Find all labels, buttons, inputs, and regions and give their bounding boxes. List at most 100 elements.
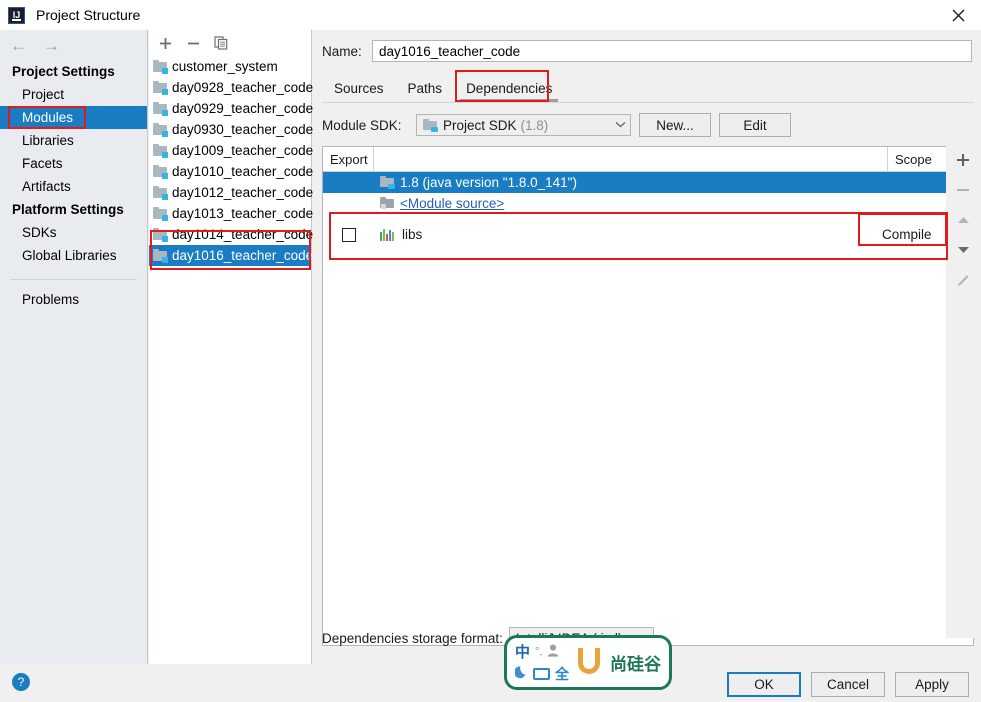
table-row[interactable]: libs Compile ▼ (323, 214, 973, 255)
column-header-export[interactable]: Export (323, 147, 374, 171)
module-folder-icon (153, 248, 168, 263)
cell-name: <Module source> (374, 196, 880, 211)
dependencies-table: Export Scope 1.8 (java version "1.8.0_14… (322, 146, 974, 646)
list-item[interactable]: day0930_teacher_code (149, 119, 314, 140)
add-module-button[interactable] (157, 35, 173, 51)
remove-dependency-button[interactable] (951, 180, 975, 200)
ime-row-bottom: 全 (514, 663, 569, 684)
navigation-arrows: ← → (0, 30, 147, 60)
list-item[interactable]: day1013_teacher_code (149, 203, 313, 224)
list-item[interactable]: day0929_teacher_code (149, 98, 314, 119)
list-item-label: customer_system (172, 59, 278, 74)
module-source-icon (380, 197, 395, 210)
ok-button[interactable]: OK (727, 672, 801, 697)
sidebar-item-libraries[interactable]: Libraries (0, 129, 147, 152)
dependency-label: 1.8 (java version "1.8.0_141") (400, 175, 577, 190)
add-dependency-button[interactable] (951, 150, 975, 170)
list-item-label: day0930_teacher_code (172, 122, 314, 137)
ime-floating-widget[interactable]: 中 °, 全 尚硅谷 (504, 635, 672, 690)
dialog-footer: ? OK Cancel Apply (0, 664, 981, 702)
chevron-down-icon (615, 120, 626, 131)
list-item[interactable]: day1009_teacher_code (149, 140, 314, 161)
sidebar-divider (10, 279, 137, 280)
move-down-button[interactable] (951, 240, 975, 260)
close-icon[interactable] (935, 0, 981, 30)
copy-module-icon[interactable] (213, 35, 229, 51)
window-title: Project Structure (36, 7, 141, 23)
sidebar-group-project-settings: Project Settings (12, 64, 115, 79)
dialog-button-group: OK Cancel Apply (727, 672, 969, 697)
person-icon[interactable] (547, 644, 559, 660)
moon-icon[interactable] (514, 665, 528, 682)
list-item[interactable]: day1012_teacher_code (149, 182, 313, 203)
detail-tabs: Sources Paths Dependencies (322, 74, 972, 102)
project-structure-dialog: IJ Project Structure ← → Project Setting… (0, 0, 981, 702)
column-header-name[interactable] (374, 147, 888, 171)
modules-list-panel: customer_system day0928_teacher_code day… (149, 30, 314, 664)
module-folder-icon (153, 227, 168, 242)
ime-brand-label: 尚硅谷 (610, 655, 661, 675)
tab-dependencies[interactable]: Dependencies (454, 78, 564, 102)
cell-name: 1.8 (java version "1.8.0_141") (374, 175, 880, 190)
intellij-idea-icon: IJ (8, 6, 25, 24)
scope-value: Compile (882, 227, 932, 242)
sidebar-item-sdks[interactable]: SDKs (0, 221, 147, 244)
edit-dependency-button[interactable] (951, 270, 975, 290)
list-item-selected[interactable]: day1016_teacher_code (149, 245, 313, 266)
dependency-label: libs (402, 227, 423, 242)
apply-button[interactable]: Apply (895, 672, 969, 697)
edit-sdk-button[interactable]: Edit (719, 113, 791, 137)
back-arrow-icon[interactable]: ← (10, 37, 27, 54)
storage-format-label: Dependencies storage format: (322, 630, 503, 646)
module-sdk-label: Module SDK: (322, 117, 402, 133)
sdk-folder-icon (423, 118, 438, 132)
list-item[interactable]: customer_system (149, 56, 311, 77)
sidebar-item-artifacts[interactable]: Artifacts (0, 175, 147, 198)
sidebar-item-facets[interactable]: Facets (0, 152, 147, 175)
module-name-input[interactable]: day1016_teacher_code (372, 40, 972, 62)
forward-arrow-icon[interactable]: → (43, 37, 60, 54)
list-item-label: day1010_teacher_code (172, 164, 314, 179)
tab-paths[interactable]: Paths (396, 78, 455, 102)
help-button[interactable]: ? (12, 673, 30, 691)
sidebar-item-modules[interactable]: Modules (0, 106, 147, 129)
sidebar-item-problems[interactable]: Problems (0, 288, 147, 311)
module-folder-icon (153, 59, 168, 74)
cancel-button[interactable]: Cancel (811, 672, 885, 697)
module-folder-icon (153, 101, 168, 116)
list-item-label: day0929_teacher_code (172, 101, 314, 116)
module-name-label: Name: (322, 43, 362, 59)
ime-punctuation-icon[interactable]: °, (535, 646, 542, 658)
dependencies-table-body: 1.8 (java version "1.8.0_141") <Module s… (323, 172, 973, 645)
module-sdk-row: Module SDK: Project SDK (1.8) New... Edi… (322, 113, 791, 137)
module-sdk-select[interactable]: Project SDK (1.8) (416, 114, 631, 136)
remove-module-button[interactable] (185, 35, 201, 51)
sidebar-item-project[interactable]: Project (0, 83, 147, 106)
list-item[interactable]: day1014_teacher_code (149, 224, 313, 245)
module-folder-icon (153, 122, 168, 137)
ime-brand-logo-icon (575, 647, 602, 678)
ime-row-top: 中 °, (515, 641, 569, 662)
ime-controls: 中 °, 全 (514, 641, 569, 684)
module-folder-icon (153, 164, 168, 179)
move-up-button[interactable] (951, 210, 975, 230)
dependencies-side-toolbar (946, 146, 980, 638)
modules-list: customer_system day0928_teacher_code day… (149, 56, 314, 266)
scope-select[interactable]: Compile ▼ (880, 227, 954, 242)
table-row[interactable]: 1.8 (java version "1.8.0_141") (323, 172, 973, 193)
cell-name: libs (374, 227, 880, 242)
list-item[interactable]: day0928_teacher_code (149, 77, 313, 98)
tab-divider (322, 102, 974, 103)
new-sdk-button[interactable]: New... (639, 113, 711, 137)
export-checkbox[interactable] (341, 227, 356, 242)
dependencies-table-header: Export Scope (323, 147, 973, 172)
table-row[interactable]: <Module source> (323, 193, 973, 214)
keyboard-icon[interactable] (533, 667, 550, 680)
ime-fullwidth-icon[interactable]: 全 (555, 664, 569, 684)
tab-sources[interactable]: Sources (322, 78, 396, 102)
list-item[interactable]: day1010_teacher_code (149, 161, 314, 182)
module-sdk-value: Project SDK (443, 117, 517, 133)
sidebar-item-global-libraries[interactable]: Global Libraries (0, 244, 147, 267)
ime-mode-chinese-icon[interactable]: 中 (515, 641, 530, 662)
list-item-label: day1009_teacher_code (172, 143, 314, 158)
